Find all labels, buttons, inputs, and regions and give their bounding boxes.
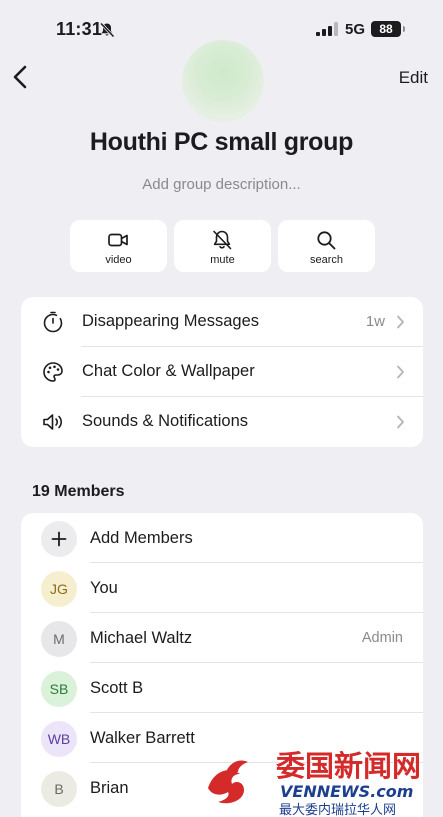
chat-color-wallpaper-row[interactable]: Chat Color & Wallpaper	[21, 347, 423, 397]
member-role-badge: Admin	[361, 630, 403, 646]
mute-button-label: mute	[210, 254, 235, 266]
navigation-bar: Edit	[0, 56, 443, 100]
sounds-notifications-row[interactable]: Sounds & Notifications	[21, 397, 423, 447]
action-buttons: video mute search	[70, 220, 375, 272]
search-button[interactable]: search	[278, 220, 375, 272]
disappearing-messages-value: 1w	[365, 313, 385, 330]
video-button-label: video	[105, 254, 132, 266]
magnifier-icon	[317, 231, 336, 250]
add-members-label: Add Members	[90, 529, 193, 547]
disappearing-messages-row[interactable]: Disappearing Messages 1w	[21, 297, 423, 347]
watermark-domain: VENNEWS.com	[280, 782, 413, 801]
timer-icon	[43, 311, 63, 333]
add-members-row[interactable]: Add Members	[21, 513, 423, 563]
speaker-icon	[43, 414, 62, 430]
member-row-scott-b[interactable]: SB Scott B	[21, 663, 423, 713]
search-button-label: search	[309, 254, 344, 266]
mute-button[interactable]: mute	[174, 220, 271, 272]
silent-mode-icon	[99, 22, 115, 38]
palette-icon	[43, 362, 63, 382]
edit-button[interactable]: Edit	[399, 68, 428, 88]
video-camera-icon	[108, 233, 128, 247]
chat-color-wallpaper-label: Chat Color & Wallpaper	[82, 362, 255, 380]
battery-indicator: 88	[371, 21, 405, 37]
member-name: Michael Waltz	[90, 629, 193, 647]
chevron-right-icon	[397, 415, 404, 429]
member-row-you[interactable]: JG You	[21, 563, 423, 613]
add-members-avatar	[41, 521, 77, 557]
member-avatar: B	[41, 771, 77, 807]
bell-slash-icon	[213, 230, 232, 250]
video-call-button[interactable]: video	[70, 220, 167, 272]
member-row-michael-waltz[interactable]: M Michael Waltz Admin	[21, 613, 423, 663]
group-description-field[interactable]: Add group description...	[0, 176, 443, 193]
member-avatar: JG	[41, 571, 77, 607]
sounds-notifications-label: Sounds & Notifications	[82, 412, 249, 430]
chevron-right-icon	[397, 315, 404, 329]
vennews-watermark-logo: 委国新闻网 VENNEWS.com 最大委内瑞拉华人网	[208, 749, 421, 817]
watermark-brand: 委国新闻网	[276, 749, 421, 783]
member-name: You	[90, 579, 118, 597]
cellular-signal-icon	[316, 22, 338, 36]
member-name: Walker Barrett	[90, 729, 195, 747]
member-name: Brian	[90, 779, 129, 797]
member-avatar: WB	[41, 721, 77, 757]
watermark-tagline: 最大委内瑞拉华人网	[279, 802, 396, 817]
plus-icon	[51, 531, 67, 547]
group-settings-card: Disappearing Messages 1w Chat Color & Wa…	[21, 297, 423, 447]
chevron-right-icon	[397, 365, 404, 379]
network-type: 5G	[345, 21, 366, 38]
members-count-title: 19 Members	[32, 483, 125, 500]
member-name: Scott B	[90, 679, 144, 697]
back-chevron-icon[interactable]	[10, 64, 32, 90]
group-title: Houthi PC small group	[89, 128, 354, 156]
status-time: 11:31	[56, 19, 103, 39]
member-avatar: M	[41, 621, 77, 657]
member-avatar: SB	[41, 671, 77, 707]
disappearing-messages-label: Disappearing Messages	[82, 312, 260, 330]
